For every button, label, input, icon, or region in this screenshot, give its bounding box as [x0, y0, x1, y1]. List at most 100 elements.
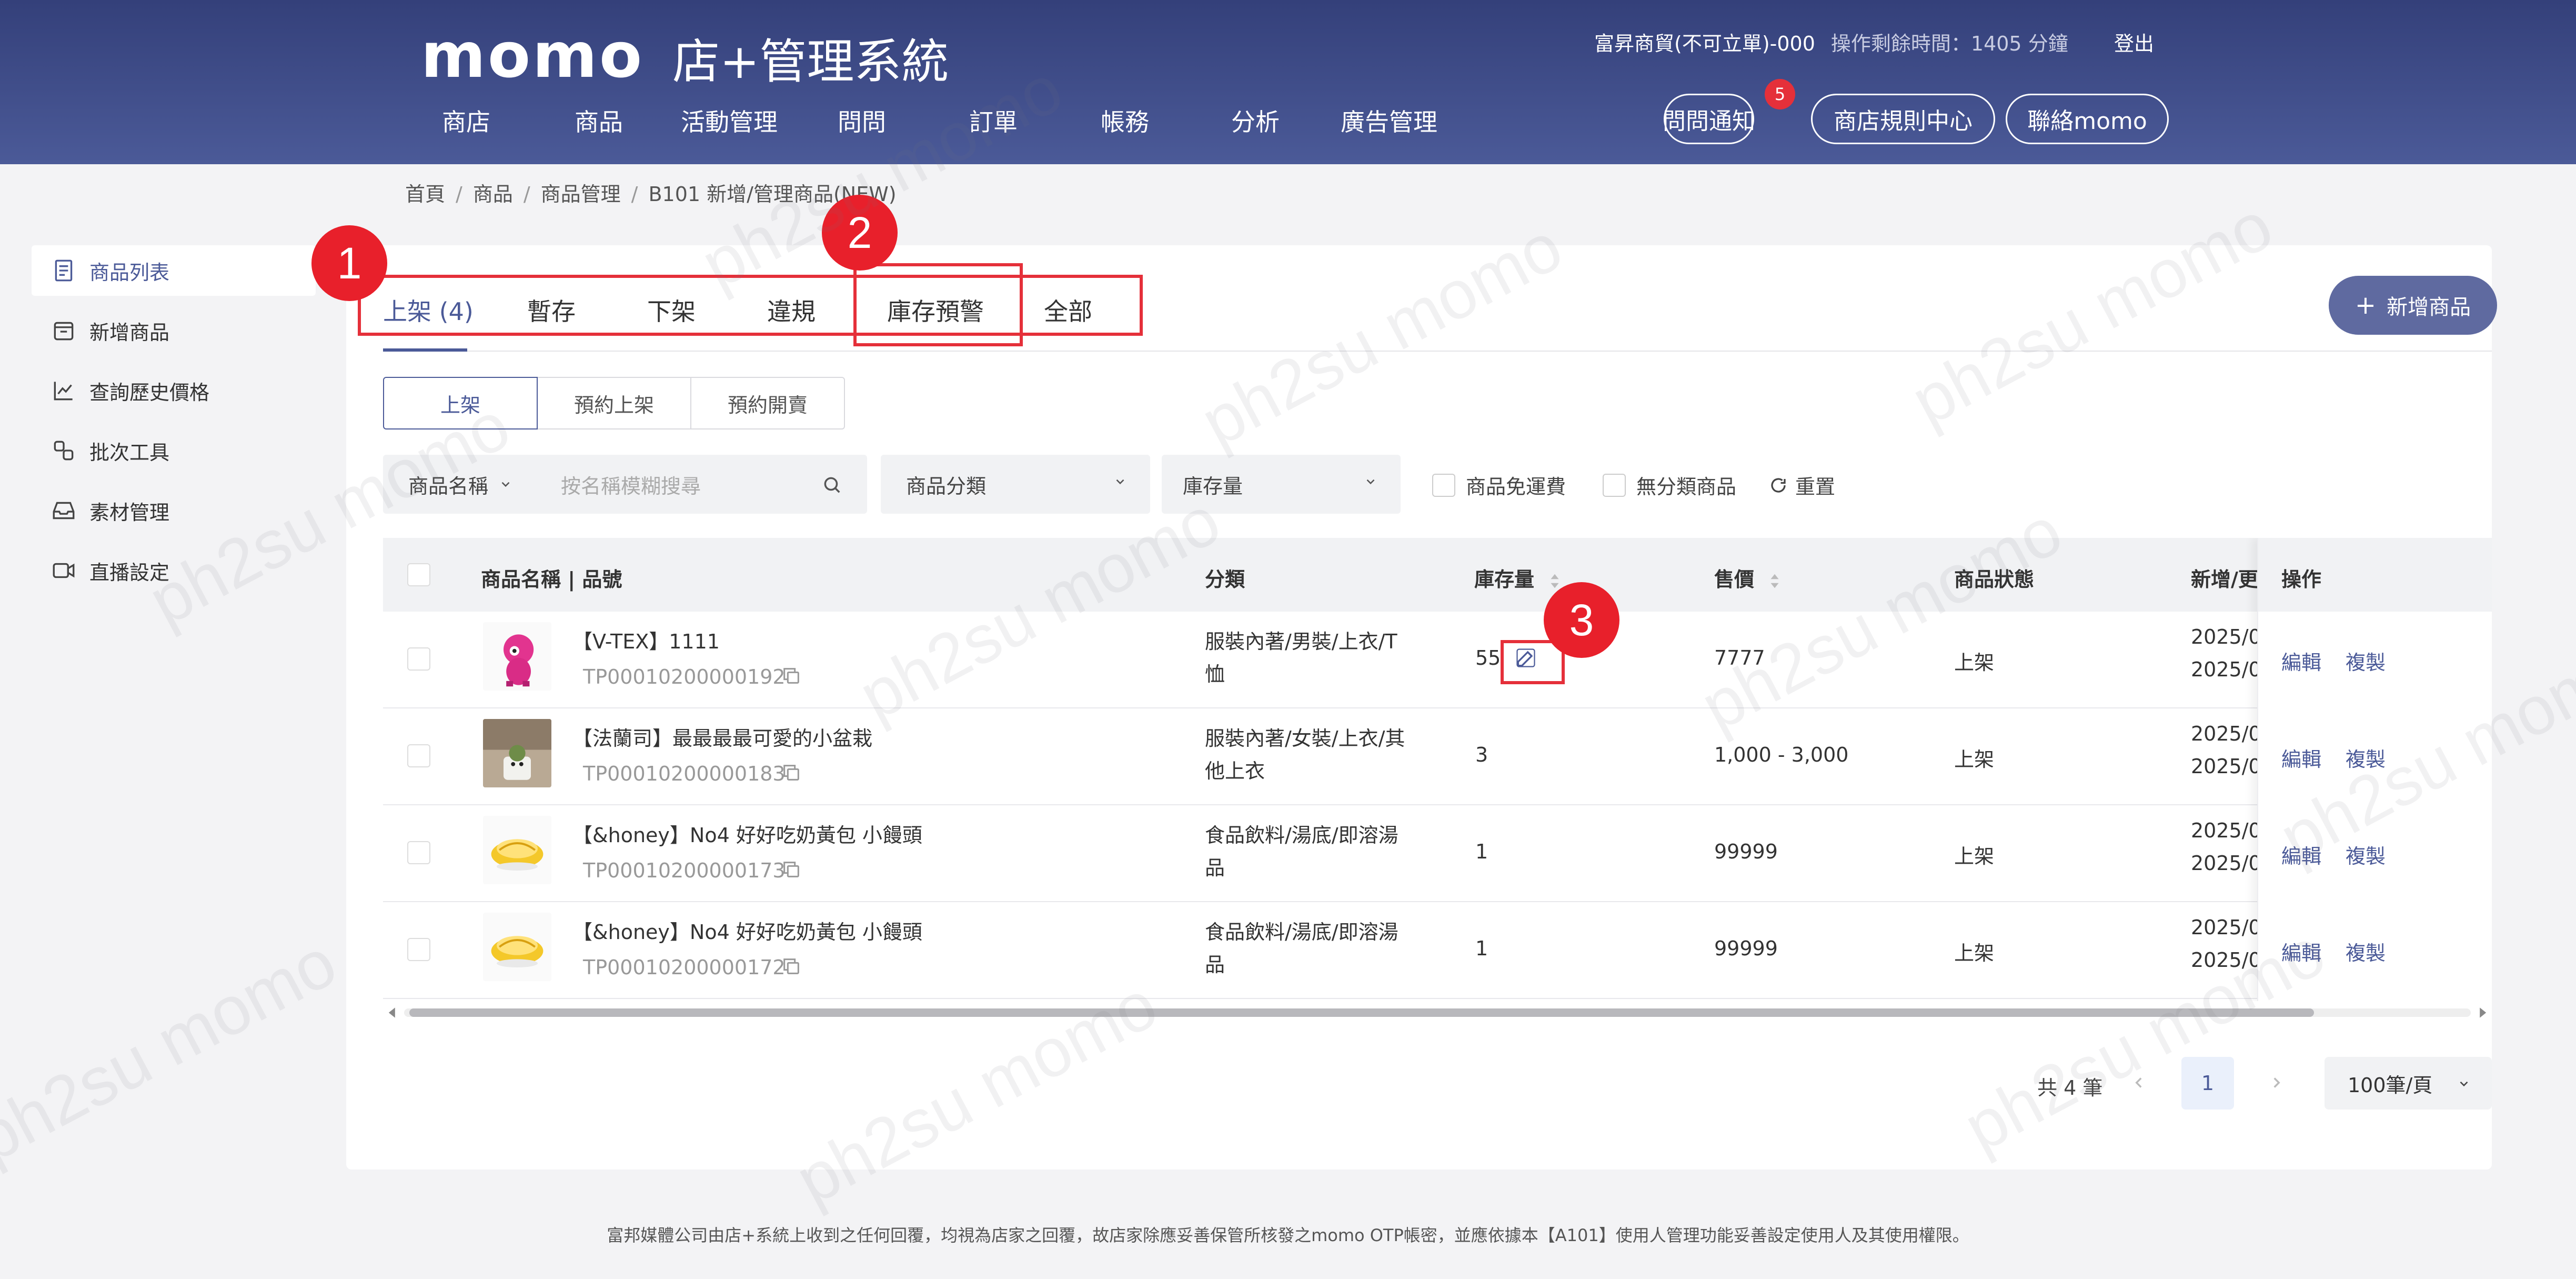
copy-icon[interactable]	[781, 859, 802, 880]
next-page-icon[interactable]	[2268, 1074, 2286, 1092]
tab-draft[interactable]: 暫存	[527, 293, 576, 327]
subtab-scheduled-sale[interactable]: 預約開賣	[690, 377, 845, 429]
scroll-right-icon[interactable]	[2476, 1006, 2489, 1019]
breadcrumb-product-management[interactable]: 商品管理	[541, 183, 621, 206]
nav-ads[interactable]: 廣告管理	[1341, 103, 1437, 138]
sidebar-item-assets[interactable]: 素材管理	[32, 485, 316, 536]
nav-store[interactable]: 商店	[442, 103, 490, 138]
sidebar-item-price-history[interactable]: 查詢歷史價格	[32, 365, 316, 416]
nav-accounting[interactable]: 帳務	[1101, 103, 1149, 138]
subtab-scheduled-listing[interactable]: 預約上架	[537, 377, 691, 429]
product-category: 服裝內著/男裝/上衣/T	[1205, 630, 1397, 653]
chevron-down-icon[interactable]	[499, 477, 512, 491]
nav-products[interactable]: 商品	[575, 103, 623, 138]
copy-link[interactable]: 複製	[2346, 646, 2386, 675]
row-checkbox[interactable]	[407, 841, 430, 864]
product-thumbnail-pink-doll[interactable]	[483, 622, 551, 691]
subtab-listed[interactable]: 上架	[383, 377, 538, 429]
select-all-checkbox[interactable]	[407, 563, 430, 586]
edit-link[interactable]: 編輯	[2281, 840, 2321, 869]
product-name[interactable]: 【&honey】No4 好好吃奶黃包 小饅頭	[572, 819, 922, 848]
stock-select[interactable]: 庫存量	[1162, 455, 1401, 514]
page-size-select[interactable]: 100筆/頁	[2325, 1057, 2492, 1110]
questions-notification-button[interactable]: 問問通知	[1663, 94, 1755, 144]
nav-orders[interactable]: 訂單	[969, 103, 1018, 138]
chevron-down-icon	[1116, 479, 1124, 485]
nav-analytics[interactable]: 分析	[1231, 103, 1280, 138]
checkbox[interactable]	[1603, 473, 1626, 497]
video-icon	[53, 563, 75, 578]
logout-button[interactable]: 登出	[2114, 27, 2154, 56]
momo-logo[interactable]: momo	[421, 19, 644, 92]
user-info: 富昇商貿(不可立單)-000 操作剩餘時間：1405 分鐘	[1594, 27, 2068, 56]
edit-link[interactable]: 編輯	[2281, 743, 2321, 772]
prev-page-icon[interactable]	[2130, 1074, 2148, 1092]
footer-disclaimer: 富邦媒體公司由店+系統上收到之任何回覆，均視為店家之回覆，故店家除應妥善保管所核…	[607, 1225, 1969, 1245]
contact-momo-button[interactable]: 聯絡momo	[2006, 94, 2169, 144]
copy-icon[interactable]	[781, 956, 802, 977]
created-date: 2025/0	[2191, 819, 2261, 842]
sort-icon[interactable]	[1549, 572, 1560, 590]
horizontal-scrollbar[interactable]	[383, 1001, 2492, 1022]
sidebar-item-product-list[interactable]: 商品列表	[32, 245, 316, 296]
header-stock[interactable]: 庫存量	[1474, 563, 1560, 592]
sidebar-item-add-product[interactable]: 新增商品	[32, 305, 316, 356]
store-rules-button[interactable]: 商店規則中心	[1811, 94, 1995, 144]
header-stock-label: 庫存量	[1474, 568, 1535, 591]
copy-icon[interactable]	[781, 665, 802, 686]
tab-violations[interactable]: 違規	[767, 293, 816, 327]
page-number-button[interactable]: 1	[2181, 1057, 2234, 1110]
sidebar-item-label: 新增商品	[89, 321, 170, 344]
table-row: 【&honey】No4 好好吃奶黃包 小饅頭 TP00010200000173 …	[383, 805, 2492, 902]
edit-link[interactable]: 編輯	[2281, 937, 2321, 966]
search-icon[interactable]	[822, 475, 842, 495]
tab-stock-alert[interactable]: 庫存預警	[887, 293, 984, 327]
store-name: 富昇商貿(不可立單)-000	[1594, 32, 1815, 55]
reset-button[interactable]: 重置	[1769, 471, 1835, 499]
row-checkbox[interactable]	[407, 647, 430, 671]
edit-link[interactable]: 編輯	[2281, 646, 2321, 675]
contact-momo-label: 聯絡momo	[2027, 108, 2147, 135]
scroll-left-icon[interactable]	[386, 1006, 399, 1019]
scrollbar-thumb[interactable]	[409, 1008, 2314, 1017]
table-row: 【&honey】No4 好好吃奶黃包 小饅頭 TP00010200000172 …	[383, 902, 2492, 999]
copy-link[interactable]: 複製	[2346, 840, 2386, 869]
edit-stock-icon[interactable]	[1514, 646, 1537, 670]
tab-all[interactable]: 全部	[1044, 293, 1092, 327]
category-select[interactable]: 商品分類	[881, 455, 1150, 514]
product-name[interactable]: 【V-TEX】1111	[572, 625, 720, 654]
product-list-card: 上架 (4) 暫存 下架 違規 庫存預警 全部 + 新增商品 上架 預約上架 預…	[346, 245, 2497, 1170]
row-checkbox[interactable]	[407, 938, 430, 961]
table-header: 商品名稱 | 品號 分類 庫存量 售價 商品狀態 新增/更	[383, 538, 2492, 612]
nav-promotions[interactable]: 活動管理	[681, 103, 778, 138]
copy-link[interactable]: 複製	[2346, 743, 2386, 772]
tab-delisted[interactable]: 下架	[647, 293, 696, 327]
sidebar-item-live-settings[interactable]: 直播設定	[32, 545, 316, 596]
uncategorized-checkbox[interactable]: 無分類商品	[1603, 471, 1736, 499]
header-name: 商品名稱 | 品號	[481, 568, 622, 591]
sort-icon[interactable]	[1769, 572, 1780, 590]
product-name[interactable]: 【&honey】No4 好好吃奶黃包 小饅頭	[572, 916, 922, 945]
tab-listed[interactable]: 上架 (4)	[383, 293, 474, 327]
product-thumbnail-plant-pot[interactable]	[483, 719, 551, 787]
name-search-group: 商品名稱 按名稱模糊搜尋	[383, 455, 867, 514]
search-field-select[interactable]: 商品名稱	[408, 470, 488, 499]
sidebar-item-batch-tools[interactable]: 批次工具	[32, 425, 316, 476]
free-shipping-checkbox[interactable]: 商品免運費	[1432, 471, 1566, 499]
breadcrumb-home[interactable]: 首頁	[405, 183, 445, 206]
copy-icon[interactable]	[781, 762, 802, 783]
header-price[interactable]: 售價	[1714, 563, 1780, 592]
add-product-button[interactable]: + 新增商品	[2329, 276, 2497, 335]
nav-questions[interactable]: 問問	[838, 103, 886, 138]
product-thumbnail-buns[interactable]	[483, 913, 551, 981]
copy-link[interactable]: 複製	[2346, 937, 2386, 966]
checkbox[interactable]	[1432, 473, 1455, 497]
product-name[interactable]: 【法蘭司】最最最最可愛的小盆栽	[572, 722, 872, 751]
breadcrumb-products[interactable]: 商品	[473, 183, 513, 206]
product-thumbnail-buns[interactable]	[483, 816, 551, 884]
inbox-icon	[53, 502, 75, 519]
row-checkbox[interactable]	[407, 744, 430, 767]
list-icon	[55, 259, 73, 282]
table-row: 【法蘭司】最最最最可愛的小盆栽 TP00010200000183 服裝內著/女裝…	[383, 708, 2492, 805]
search-input[interactable]: 按名稱模糊搜尋	[561, 470, 701, 499]
